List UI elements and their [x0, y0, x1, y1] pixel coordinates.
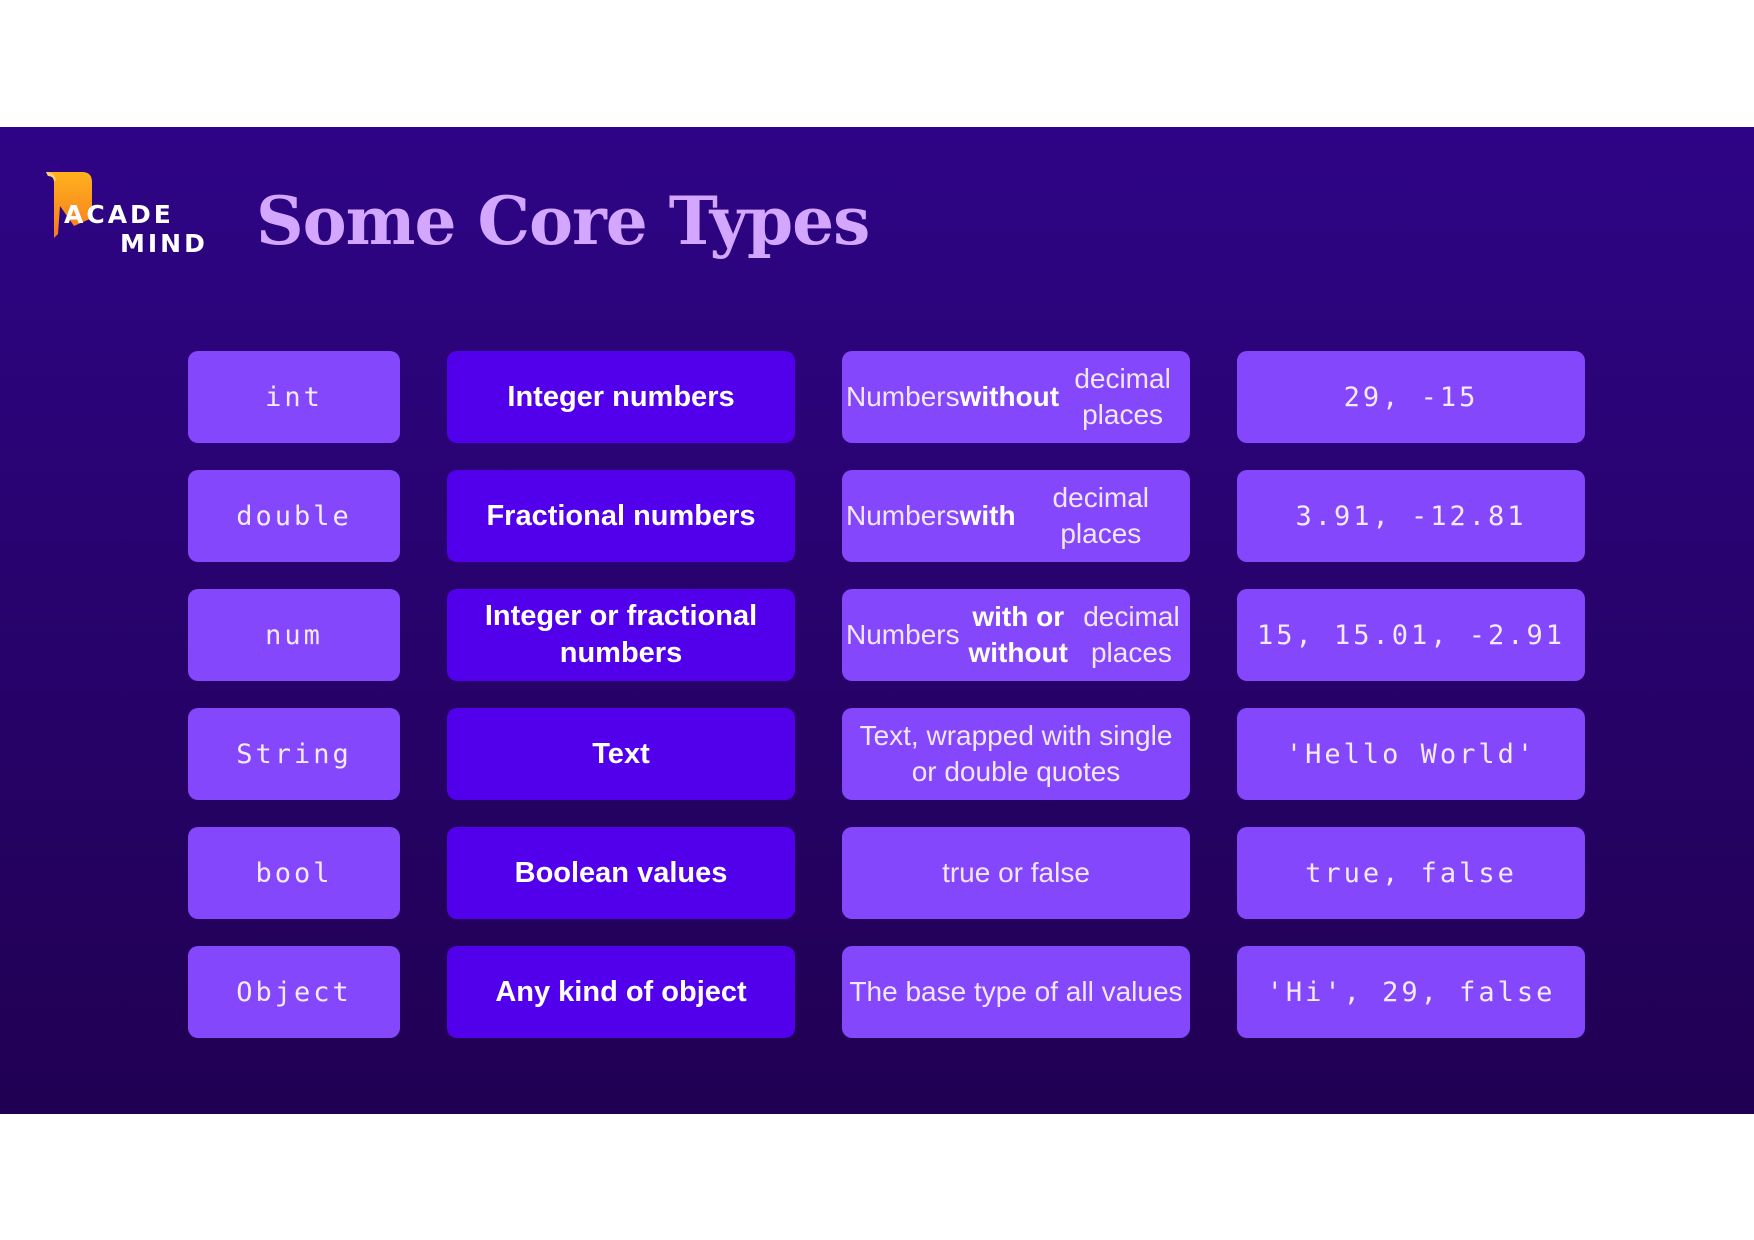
type-name-cell: num — [188, 589, 400, 681]
type-example-cell: 29, -15 — [1237, 351, 1585, 443]
type-label-cell: Text — [447, 708, 795, 800]
slide: ACADE MIND Some Core Types int Integer nu… — [0, 127, 1754, 1114]
description-text: decimal places — [1083, 601, 1180, 668]
type-example-cell: 15, 15.01, -2.91 — [1237, 589, 1585, 681]
description-emphasis: with or without — [968, 601, 1068, 668]
description-text: decimal places — [1052, 482, 1150, 549]
type-example-cell: 3.91, -12.81 — [1237, 470, 1585, 562]
type-description-cell: Text, wrapped with single or double quot… — [842, 708, 1190, 800]
type-example-cell: true, false — [1237, 827, 1585, 919]
type-description-cell: true or false — [842, 827, 1190, 919]
type-example-cell: 'Hello World' — [1237, 708, 1585, 800]
description-emphasis: with — [959, 500, 1016, 531]
type-description-cell: The base type of all values — [842, 946, 1190, 1038]
description-text: Numbers — [846, 619, 960, 650]
type-name-cell: Object — [188, 946, 400, 1038]
academind-logo: ACADE MIND — [44, 170, 214, 270]
type-name-cell: bool — [188, 827, 400, 919]
logo-text-line1: ACADE — [64, 200, 174, 229]
description-text: true or false — [942, 857, 1090, 888]
description-text: Text, wrapped with single or double quot… — [859, 720, 1173, 787]
type-name-cell: int — [188, 351, 400, 443]
type-name-cell: double — [188, 470, 400, 562]
type-label-cell: Any kind of object — [447, 946, 795, 1038]
type-label-cell: Integer or fractional numbers — [447, 589, 795, 681]
description-text: Numbers — [846, 500, 960, 531]
type-label-cell: Fractional numbers — [447, 470, 795, 562]
type-label-cell: Integer numbers — [447, 351, 795, 443]
type-name-cell: String — [188, 708, 400, 800]
description-text: decimal places — [1074, 363, 1171, 430]
description-text: Numbers — [846, 381, 960, 412]
slide-title: Some Core Types — [256, 182, 870, 260]
type-description-cell: Numbers without decimal places — [842, 351, 1190, 443]
type-description-cell: Numbers with decimal places — [842, 470, 1190, 562]
description-text: The base type of all values — [849, 976, 1183, 1007]
page-bottom-margin — [0, 1114, 1754, 1240]
type-example-cell: 'Hi', 29, false — [1237, 946, 1585, 1038]
description-emphasis: without — [959, 381, 1060, 412]
types-table: int Integer numbers Numbers without decima… — [188, 351, 1585, 1038]
logo-text-line2: MIND — [120, 229, 208, 258]
type-description-cell: Numbers with or without decimal places — [842, 589, 1190, 681]
type-label-cell: Boolean values — [447, 827, 795, 919]
